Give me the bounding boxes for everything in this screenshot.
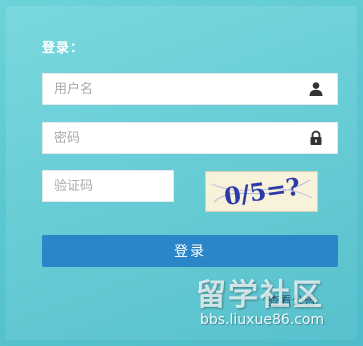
password-field[interactable] <box>42 122 338 154</box>
notice-link[interactable]: 查看公告 <box>268 292 316 309</box>
login-button[interactable]: 登录 <box>42 235 338 267</box>
password-input[interactable] <box>43 123 304 153</box>
username-field[interactable] <box>42 73 338 105</box>
lock-icon <box>310 130 322 145</box>
username-input[interactable] <box>43 74 304 104</box>
captcha-input[interactable] <box>43 171 174 201</box>
captcha-image[interactable]: 0/5=? <box>205 171 318 212</box>
captcha-text: 0/5=? <box>222 172 302 211</box>
user-icon <box>309 82 323 96</box>
captcha-field[interactable] <box>42 170 174 202</box>
login-panel: 登录： 0/5=? 登录 查看公告 <box>6 6 357 340</box>
captcha-graphic: 0/5=? <box>211 172 313 211</box>
form-title: 登录： <box>42 41 85 56</box>
